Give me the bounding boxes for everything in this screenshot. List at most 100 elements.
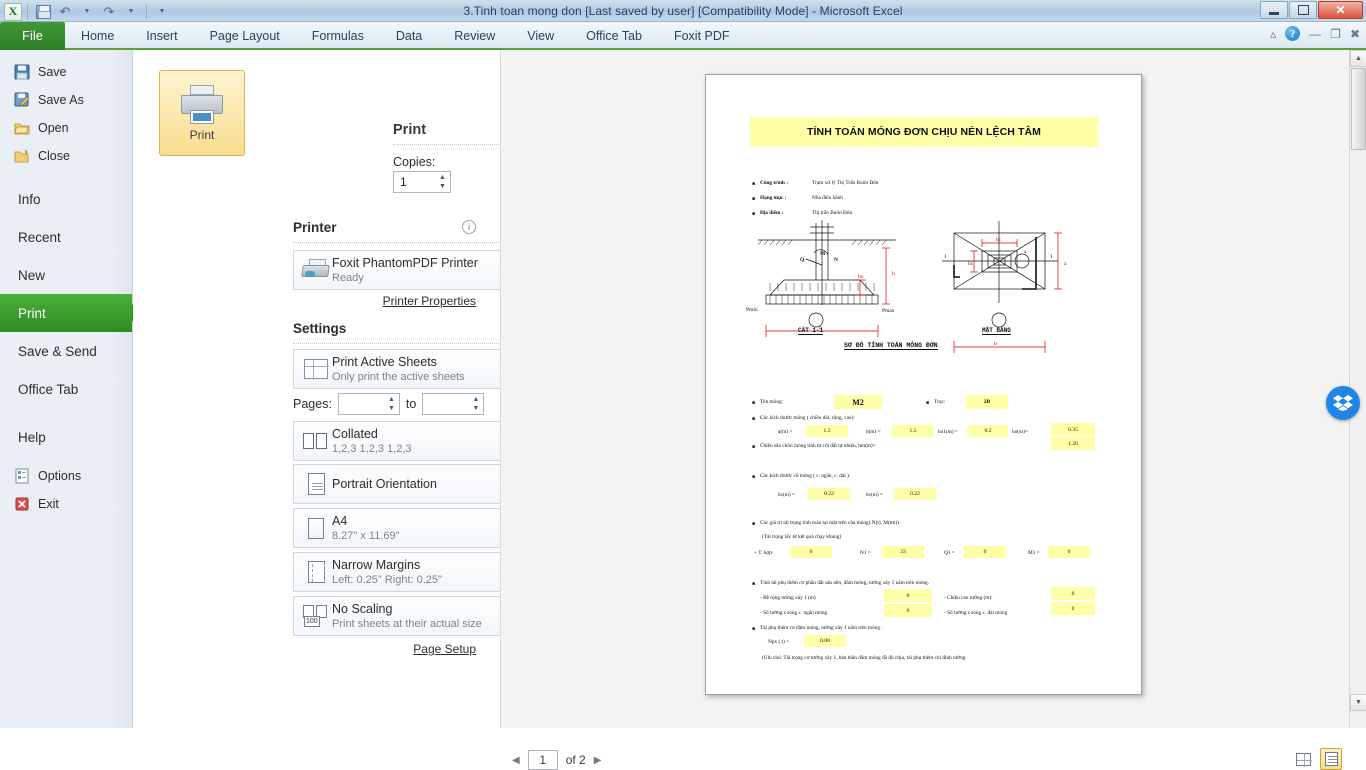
current-page-input[interactable]: 1 bbox=[527, 750, 558, 770]
svg-text:1: 1 bbox=[944, 254, 947, 260]
wall-width-value[interactable]: 0 bbox=[884, 589, 932, 602]
tab-view[interactable]: View bbox=[511, 22, 570, 50]
redo-dropdown[interactable]: ▼ bbox=[121, 3, 141, 21]
customize-qat-button[interactable]: ▼ bbox=[152, 3, 172, 21]
sidebar-item-close[interactable]: Close bbox=[0, 142, 132, 170]
axis-value[interactable]: 2B bbox=[966, 395, 1008, 409]
collapse-ribbon-icon[interactable]: ▵ bbox=[1270, 27, 1276, 41]
bullet-icon: ■ bbox=[752, 211, 756, 217]
svg-text:N: N bbox=[834, 257, 838, 263]
printer2-icon bbox=[300, 259, 332, 281]
npx-value[interactable]: 0.00 bbox=[804, 635, 846, 647]
tab-office-tab[interactable]: Office Tab bbox=[570, 22, 658, 50]
printer-properties-link[interactable]: Printer Properties bbox=[383, 294, 476, 308]
previous-page-button[interactable]: ◀ bbox=[512, 755, 520, 766]
depth-value[interactable]: 1.20 bbox=[1051, 437, 1095, 450]
qat-divider-2 bbox=[146, 4, 147, 19]
header-label-1: Hạng mục : bbox=[760, 195, 787, 201]
count-short-value[interactable]: 0 bbox=[884, 604, 932, 617]
count-short-label: - Số tường s song c. ngắn móng bbox=[760, 610, 828, 616]
sidebar-item-print[interactable]: Print bbox=[0, 294, 132, 332]
sidebar-item-label: Help bbox=[18, 429, 46, 445]
bullet-icon: ■ bbox=[752, 444, 756, 450]
hc-value[interactable]: 0.22 bbox=[808, 488, 850, 500]
margins-icon bbox=[300, 561, 332, 583]
tab-page-layout[interactable]: Page Layout bbox=[194, 22, 296, 50]
pages-to-spin-down-icon[interactable]: ▼ bbox=[470, 404, 481, 413]
sidebar-item-office-tab[interactable]: Office Tab bbox=[0, 370, 132, 408]
tab-home[interactable]: Home bbox=[65, 22, 130, 50]
save-quick-button[interactable] bbox=[33, 3, 53, 21]
ho-value[interactable]: 0.35 bbox=[1051, 423, 1095, 436]
show-margins-button[interactable] bbox=[1292, 748, 1314, 770]
print-button[interactable]: Print bbox=[159, 70, 245, 156]
minimize-button[interactable] bbox=[1260, 1, 1288, 19]
restore-button[interactable] bbox=[1289, 1, 1317, 19]
sidebar-item-help[interactable]: Help bbox=[0, 418, 132, 456]
bc-value[interactable]: 0.22 bbox=[894, 488, 936, 500]
sidebar-item-options[interactable]: Options bbox=[0, 462, 132, 490]
floppy-disk-icon bbox=[14, 64, 30, 80]
undo-button[interactable]: ↶ bbox=[55, 3, 75, 21]
b-value[interactable]: 1.5 bbox=[892, 425, 934, 437]
dropbox-icon[interactable] bbox=[1326, 386, 1360, 420]
copies-input[interactable]: 1 ▲ ▼ bbox=[393, 171, 451, 193]
copies-spin-down-icon[interactable]: ▼ bbox=[437, 182, 448, 191]
page-setup-link[interactable]: Page Setup bbox=[413, 642, 476, 656]
ho1-value[interactable]: 0.2 bbox=[968, 425, 1008, 437]
doc-minimize-icon[interactable]: — bbox=[1309, 27, 1321, 41]
printer-info-icon[interactable]: i bbox=[462, 220, 476, 234]
tab-insert[interactable]: Insert bbox=[130, 22, 193, 50]
scroll-up-icon[interactable]: ▲ bbox=[1350, 50, 1366, 67]
close-button[interactable]: ✕ bbox=[1318, 1, 1363, 19]
header-value-0: Trạm xử lý Thị Trấn Buôn Đôn bbox=[812, 180, 879, 186]
svg-text:Pmax: Pmax bbox=[882, 308, 895, 314]
scroll-down-icon[interactable]: ▼ bbox=[1350, 694, 1366, 711]
sidebar-item-exit[interactable]: Exit bbox=[0, 490, 132, 518]
bullet-icon: ■ bbox=[752, 474, 756, 480]
m1-value[interactable]: 0 bbox=[1048, 546, 1090, 558]
print-button-label: Print bbox=[189, 127, 215, 142]
exit-icon bbox=[14, 496, 30, 512]
undo-dropdown[interactable]: ▼ bbox=[77, 3, 97, 21]
tab-file[interactable]: File bbox=[0, 22, 65, 50]
tab-review[interactable]: Review bbox=[438, 22, 511, 50]
tab-foxit-pdf[interactable]: Foxit PDF bbox=[658, 22, 746, 50]
help-icon[interactable]: ? bbox=[1285, 26, 1301, 41]
a-value[interactable]: 1.5 bbox=[806, 425, 848, 437]
redo-button[interactable]: ↷ bbox=[99, 3, 119, 21]
extra2-note: Tải phụ thêm cơ dầm móng, tường xây 1 nă… bbox=[760, 625, 883, 631]
doc-restore-icon[interactable]: ❐ bbox=[1330, 27, 1341, 41]
next-page-button[interactable]: ▶ bbox=[594, 755, 602, 766]
diagram-main-caption: SƠ ĐỒ TÍNH TOÁN MÓNG ĐƠN bbox=[844, 342, 938, 350]
pages-to-input[interactable]: ▲ ▼ bbox=[422, 393, 485, 415]
sidebar-item-info[interactable]: Info bbox=[0, 180, 132, 218]
sidebar-item-save[interactable]: Save bbox=[0, 58, 132, 86]
backstage-sidebar: Save Save As Open Close Info Recent New … bbox=[0, 50, 133, 728]
excel-logo-icon[interactable]: X bbox=[4, 2, 22, 21]
sidebar-item-recent[interactable]: Recent bbox=[0, 218, 132, 256]
page-count-label: of 2 bbox=[565, 753, 586, 767]
pages-from-input[interactable]: ▲ ▼ bbox=[337, 393, 400, 415]
sidebar-item-save-and-send[interactable]: Save & Send bbox=[0, 332, 132, 370]
name-value[interactable]: M2 bbox=[834, 395, 882, 409]
sidebar-item-open[interactable]: Open bbox=[0, 114, 132, 142]
print-settings-pane: Print Print Copies: 1 ▲ ▼ Printer i Foxi… bbox=[133, 50, 621, 728]
title-bar: 3.Tinh toan mong don [Last saved by user… bbox=[0, 0, 1366, 22]
q1-value[interactable]: 0 bbox=[964, 546, 1006, 558]
doc-close-icon[interactable]: ✖ bbox=[1350, 27, 1360, 41]
tab-formulas[interactable]: Formulas bbox=[296, 22, 380, 50]
undo-icon: ↶ bbox=[59, 4, 71, 19]
pages-from-spin-down-icon[interactable]: ▼ bbox=[386, 404, 397, 413]
tab-data[interactable]: Data bbox=[380, 22, 438, 50]
sidebar-item-new[interactable]: New bbox=[0, 256, 132, 294]
preview-page[interactable]: TÍNH TOÁN MÓNG ĐƠN CHỊU NÉN LỆCH TÂM ■ C… bbox=[705, 74, 1142, 695]
zoom-to-page-button[interactable] bbox=[1320, 748, 1342, 770]
n1-value[interactable]: 33 bbox=[882, 546, 924, 558]
scrollbar-thumb[interactable] bbox=[1351, 68, 1366, 150]
quick-access-toolbar: X ↶ ▼ ↷ ▼ ▼ bbox=[4, 2, 172, 21]
wall-height-value[interactable]: 0 bbox=[1051, 587, 1095, 600]
count-long-value[interactable]: 0 bbox=[1051, 602, 1095, 615]
case-value[interactable]: 6 bbox=[790, 546, 832, 558]
sidebar-item-save-as[interactable]: Save As bbox=[0, 86, 132, 114]
